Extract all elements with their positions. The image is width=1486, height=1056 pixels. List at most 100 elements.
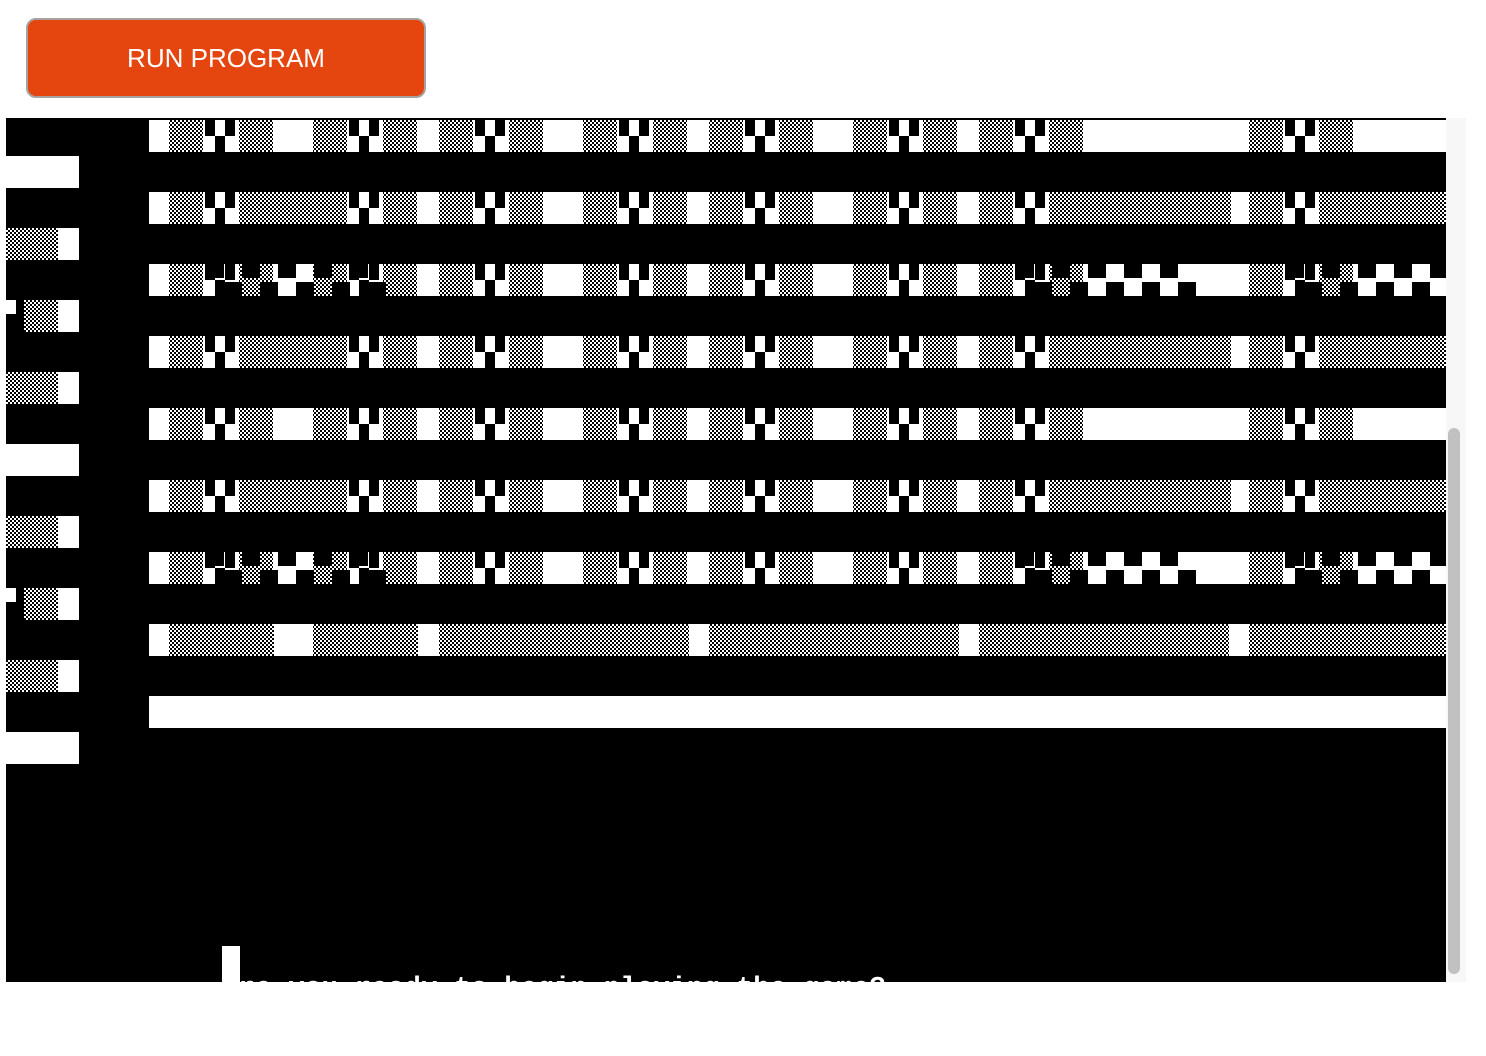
art-zig <box>242 552 260 566</box>
art-notch <box>909 264 919 280</box>
art-notch <box>899 352 909 368</box>
art-dither <box>1321 480 1446 512</box>
art-left-block <box>58 516 79 548</box>
art-zig <box>260 282 278 296</box>
art-notch <box>225 264 235 280</box>
art-notch <box>755 352 765 368</box>
art-dither <box>923 336 957 368</box>
art-left-block <box>6 732 79 764</box>
art-dither <box>509 480 543 512</box>
art-zig <box>1160 552 1178 566</box>
art-dither <box>1049 408 1083 440</box>
art-dither <box>853 192 887 224</box>
art-zig <box>1016 552 1034 566</box>
art-zig <box>278 552 296 566</box>
art-zig <box>1124 264 1142 278</box>
art-notch <box>1025 280 1035 296</box>
art-notch <box>899 280 909 296</box>
art-notch <box>899 496 909 512</box>
art-dither <box>653 552 687 584</box>
art-dither <box>1319 408 1353 440</box>
art-notch <box>485 424 495 440</box>
art-zig <box>368 570 386 584</box>
run-program-button[interactable]: RUN PROGRAM <box>26 18 426 98</box>
art-zig <box>1034 570 1052 584</box>
art-notch <box>1025 208 1035 224</box>
art-notch <box>369 192 379 208</box>
art-zig <box>1034 282 1052 296</box>
art-notch <box>1015 120 1025 136</box>
terminal-scrollbar-thumb[interactable] <box>1448 428 1460 974</box>
art-dither <box>779 192 813 224</box>
art-left-dither <box>6 228 58 260</box>
art-notch <box>909 552 919 568</box>
art-dither <box>709 120 743 152</box>
art-notch <box>619 552 629 568</box>
block-cursor-icon <box>222 946 240 982</box>
art-notch <box>1015 192 1025 208</box>
art-dither <box>1249 120 1283 152</box>
art-notch <box>619 192 629 208</box>
art-dither <box>1249 264 1283 296</box>
art-dither <box>653 120 687 152</box>
art-dither <box>169 480 203 512</box>
art-dither <box>509 336 543 368</box>
art-dither <box>439 552 473 584</box>
art-dither <box>169 408 203 440</box>
art-notch <box>755 208 765 224</box>
art-notch <box>215 496 225 512</box>
art-zig <box>1178 282 1196 296</box>
art-notch <box>495 336 505 352</box>
art-zig <box>278 264 296 278</box>
art-notch <box>495 264 505 280</box>
art-notch <box>349 408 359 424</box>
art-notch <box>369 336 379 352</box>
art-zig <box>1358 264 1376 278</box>
art-dither <box>923 408 957 440</box>
art-dither <box>439 192 473 224</box>
art-notch <box>485 568 495 584</box>
art-notch <box>765 120 775 136</box>
art-notch <box>215 208 225 224</box>
art-notch <box>1035 552 1045 568</box>
art-notch <box>369 480 379 496</box>
art-notch <box>349 192 359 208</box>
art-dither <box>1249 552 1283 584</box>
art-notch <box>745 336 755 352</box>
art-notch <box>889 192 899 208</box>
art-notch <box>755 568 765 584</box>
art-dither <box>509 408 543 440</box>
art-notch <box>205 120 215 136</box>
terminal-output[interactable]: Are you ready to begin playing the game? <box>6 118 1446 982</box>
art-zig <box>332 570 350 584</box>
art-dither <box>383 264 417 296</box>
art-zig <box>1178 570 1196 584</box>
art-dither <box>923 120 957 152</box>
art-notch <box>485 496 495 512</box>
art-notch <box>619 336 629 352</box>
art-notch <box>349 336 359 352</box>
art-notch <box>359 208 369 224</box>
art-dither <box>653 192 687 224</box>
art-notch <box>475 192 485 208</box>
art-zig <box>1340 282 1358 296</box>
art-notch <box>475 264 485 280</box>
art-zig <box>1304 570 1322 584</box>
art-notch <box>1025 136 1035 152</box>
art-notch <box>1295 568 1305 584</box>
art-notch <box>359 352 369 368</box>
art-notch <box>909 408 919 424</box>
art-left-dither <box>24 588 58 620</box>
art-notch <box>639 408 649 424</box>
art-dither <box>853 120 887 152</box>
art-dither <box>509 120 543 152</box>
art-zig <box>1142 570 1160 584</box>
art-notch <box>765 480 775 496</box>
art-notch <box>889 552 899 568</box>
terminal-block-art <box>6 120 1446 764</box>
art-left-block <box>6 300 16 314</box>
art-zig <box>1286 552 1304 566</box>
art-dither <box>439 336 473 368</box>
art-solid-bar <box>149 696 1446 728</box>
art-notch <box>909 480 919 496</box>
